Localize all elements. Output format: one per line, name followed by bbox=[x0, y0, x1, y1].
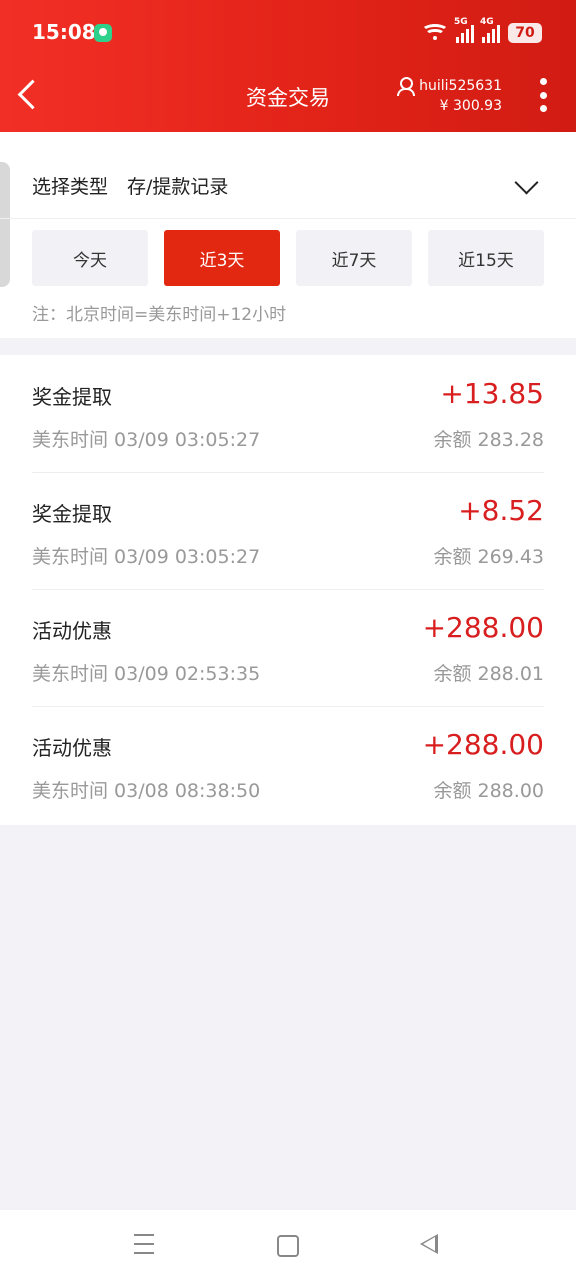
signal-4g-label: 4G bbox=[480, 17, 494, 27]
record-name: 活动优惠 bbox=[32, 619, 112, 643]
record-amount: +8.52 bbox=[458, 494, 544, 527]
record-balance: 余额 288.01 bbox=[433, 663, 544, 685]
record-balance: 余额 288.00 bbox=[433, 780, 544, 802]
record-item[interactable]: 活动优惠 +288.00 美东时间 03/08 08:38:50 余额 288.… bbox=[32, 706, 544, 823]
app-notification-icon bbox=[94, 24, 112, 42]
status-time: 15:08 bbox=[32, 20, 96, 44]
user-info[interactable]: huili525631 ¥ 300.93 bbox=[397, 76, 502, 116]
status-indicators: 5G 4G 70 bbox=[421, 17, 542, 44]
home-icon[interactable] bbox=[277, 1235, 299, 1257]
date-range-buttons: 今天 近3天 近7天 近15天 bbox=[32, 230, 544, 286]
more-menu-icon[interactable] bbox=[540, 78, 548, 112]
app-header: 15:08 5G 4G 70 资金交易 huili525631 ¥ 300.93 bbox=[0, 0, 576, 132]
battery-icon: 70 bbox=[508, 23, 542, 43]
record-amount: +288.00 bbox=[422, 728, 544, 761]
record-name: 奖金提取 bbox=[32, 385, 112, 409]
record-list: 奖金提取 +13.85 美东时间 03/09 03:05:27 余额 283.2… bbox=[0, 355, 576, 825]
record-item[interactable]: 活动优惠 +288.00 美东时间 03/09 02:53:35 余额 288.… bbox=[32, 589, 544, 707]
signal-5g-label: 5G bbox=[454, 17, 468, 27]
nav-bar: 资金交易 huili525631 ¥ 300.93 bbox=[0, 64, 576, 132]
type-selector[interactable]: 选择类型 存/提款记录 bbox=[0, 132, 576, 219]
system-back-icon[interactable] bbox=[420, 1234, 438, 1254]
range-today-button[interactable]: 今天 bbox=[32, 230, 148, 286]
filter-panel: 选择类型 存/提款记录 今天 近3天 近7天 近15天 注：北京时间=美东时间+… bbox=[0, 132, 576, 338]
record-balance: 余额 283.28 bbox=[433, 429, 544, 451]
record-name: 奖金提取 bbox=[32, 502, 112, 526]
record-time: 美东时间 03/09 02:53:35 bbox=[32, 663, 261, 685]
record-time: 美东时间 03/09 03:05:27 bbox=[32, 546, 261, 568]
record-item[interactable]: 奖金提取 +13.85 美东时间 03/09 03:05:27 余额 283.2… bbox=[32, 355, 544, 473]
record-amount: +13.85 bbox=[440, 377, 544, 410]
status-bar: 15:08 5G 4G 70 bbox=[0, 0, 576, 64]
user-icon bbox=[397, 77, 416, 96]
range-15days-button[interactable]: 近15天 bbox=[428, 230, 544, 286]
record-time: 美东时间 03/09 03:05:27 bbox=[32, 429, 261, 451]
wifi-icon bbox=[421, 24, 449, 42]
type-label: 选择类型 bbox=[32, 176, 109, 198]
record-item[interactable]: 奖金提取 +8.52 美东时间 03/09 03:05:27 余额 269.43 bbox=[32, 472, 544, 590]
record-time: 美东时间 03/08 08:38:50 bbox=[32, 780, 261, 802]
system-nav-bar bbox=[0, 1210, 576, 1280]
timezone-note: 注：北京时间=美东时间+12小时 bbox=[32, 305, 287, 325]
range-3days-button[interactable]: 近3天 bbox=[164, 230, 280, 286]
record-name: 活动优惠 bbox=[32, 736, 112, 760]
signal-5g-icon: 5G bbox=[454, 17, 474, 43]
recent-apps-icon[interactable] bbox=[134, 1234, 154, 1254]
range-7days-button[interactable]: 近7天 bbox=[296, 230, 412, 286]
signal-4g-icon: 4G bbox=[480, 17, 500, 43]
record-balance: 余额 269.43 bbox=[433, 546, 544, 568]
account-balance: ¥ 300.93 bbox=[439, 98, 502, 114]
username: huili525631 bbox=[419, 78, 502, 94]
type-value: 存/提款记录 bbox=[127, 176, 229, 198]
chevron-down-icon[interactable] bbox=[514, 170, 539, 195]
record-amount: +288.00 bbox=[422, 611, 544, 644]
